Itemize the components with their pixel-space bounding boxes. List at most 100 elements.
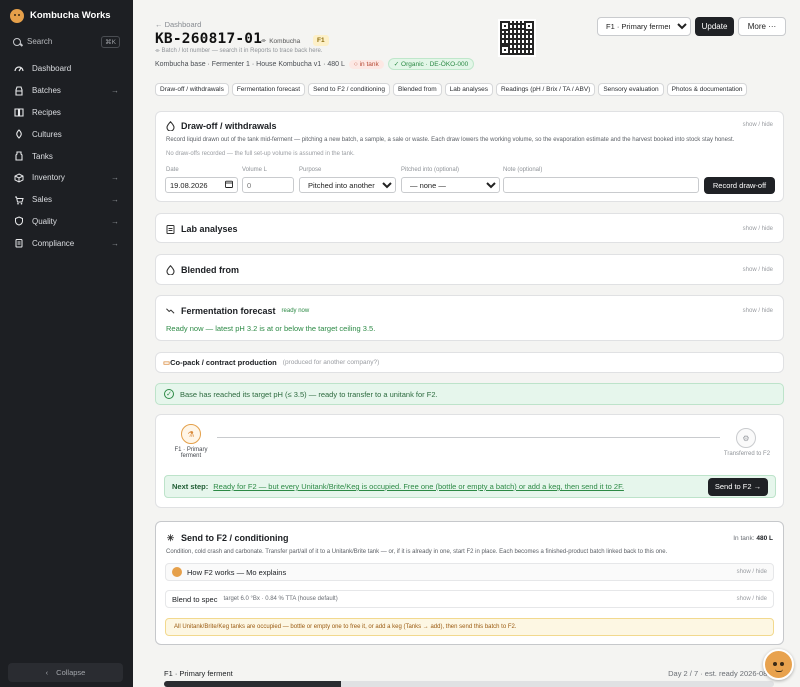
next-step-link[interactable]: Ready for F2 — but every Unitank/Brite/K…: [213, 482, 703, 491]
tab-blended-from[interactable]: Blended from: [392, 83, 442, 96]
lab-analyses-title-text: Lab analyses: [181, 224, 238, 234]
blended-from-card: Blended from show / hide: [155, 254, 784, 285]
more-button[interactable]: More ···: [738, 17, 786, 36]
tab-photos[interactable]: Photos & documentation: [666, 83, 748, 96]
copack-hint: (produced for another company?): [282, 359, 380, 366]
blended-from-title-text: Blended from: [181, 265, 240, 275]
gear-icon: ⚙: [742, 433, 750, 443]
purpose-label: Purpose: [299, 167, 322, 173]
tanks-icon: [14, 151, 24, 161]
f1-progress-label: F1 · Primary ferment: [164, 669, 233, 678]
forecast-toggle[interactable]: show / hide: [743, 308, 773, 314]
tab-fermentation-forecast[interactable]: Fermentation forecast: [231, 83, 306, 96]
send-f2-description: Condition, cold crash and carbonate. Tra…: [166, 549, 668, 555]
search-label: Search: [27, 37, 53, 46]
how-f2-works-label: How F2 works — Mo explains: [187, 567, 287, 577]
tab-lab-analyses[interactable]: Lab analyses: [444, 83, 493, 96]
tab-send-to-f2[interactable]: Send to F2 / conditioning: [308, 83, 390, 96]
update-button[interactable]: Update: [695, 17, 734, 36]
f1-progress-status: Day 2 / 7 · est. ready 2026-08-2: [668, 669, 774, 678]
batch-meta: Kombucha base · Fermenter 1 · House Komb…: [155, 58, 475, 70]
pitched-into-label: Pitched into (optional): [401, 167, 460, 173]
f1-progress-section: F1 · Primary ferment Day 2 / 7 · est. re…: [164, 668, 774, 687]
blend-to-spec-row[interactable]: Blend to spec target 6.0 °Bx · 0.84 % TT…: [165, 590, 774, 608]
sidebar-item-compliance[interactable]: Compliance →: [0, 232, 133, 254]
dashboard-icon: [14, 64, 24, 74]
compliance-icon: [14, 238, 24, 248]
recipes-icon: [14, 107, 24, 118]
note-label: Note (optional): [503, 167, 543, 173]
qr-finder-icon: [500, 45, 510, 55]
lab-analyses-card: Lab analyses show / hide: [155, 213, 784, 243]
sidebar-item-cultures[interactable]: Cultures: [0, 123, 133, 145]
f1-progress-bar: [164, 681, 774, 687]
tab-sensory[interactable]: Sensory evaluation: [598, 83, 664, 96]
sidebar: Kombucha Works Search ⌘K Dashboard Batch…: [0, 0, 133, 687]
sidebar-item-inventory[interactable]: Inventory →: [0, 167, 133, 189]
qr-code[interactable]: [498, 19, 536, 57]
ready-banner-text: Base has reached its target pH (≤ 3.5) —…: [180, 389, 438, 399]
organic-label: Organic · DE-ÖKO-000: [401, 61, 469, 68]
in-tank-label: In tank:: [733, 535, 755, 542]
calendar-icon: [225, 180, 233, 190]
drawoff-toggle[interactable]: show / hide: [743, 122, 773, 128]
sidebar-item-label: Dashboard: [32, 64, 72, 74]
purpose-select[interactable]: Pitched into another b: [299, 177, 396, 193]
batch-meta-text: Kombucha base · Fermenter 1 · House Komb…: [155, 60, 345, 68]
mo-avatar-icon: [172, 567, 182, 577]
record-drawoff-button[interactable]: Record draw-off: [704, 177, 775, 194]
send-to-f2-button[interactable]: Send to F2 →: [708, 477, 768, 496]
how-f2-works-row[interactable]: How F2 works — Mo explains show / hide: [165, 563, 774, 581]
lab-analyses-toggle[interactable]: show / hide: [743, 226, 773, 232]
sidebar-item-quality[interactable]: Quality →: [0, 211, 133, 233]
date-input[interactable]: 19.08.2026: [165, 177, 238, 193]
ready-banner: ✓ Base has reached its target pH (≤ 3.5)…: [155, 383, 784, 405]
blend-to-spec-detail: target 6.0 °Bx · 0.84 % TTA (house defau…: [223, 596, 338, 602]
back-link[interactable]: ← Dashboard: [155, 20, 201, 29]
batches-icon: [14, 86, 24, 96]
sidebar-item-label: Recipes: [32, 107, 61, 117]
sidebar-item-sales[interactable]: Sales →: [0, 189, 133, 211]
tab-readings[interactable]: Readings (pH / Brix / TA / ABV): [495, 83, 596, 96]
sales-icon: [14, 195, 24, 205]
sidebar-item-label: Compliance: [32, 238, 75, 248]
collapse-button[interactable]: ‹ Collapse: [8, 663, 123, 682]
app-name: Kombucha Works: [30, 10, 111, 21]
how-f2-works-toggle[interactable]: show / hide: [737, 569, 767, 575]
brand[interactable]: Kombucha Works: [0, 0, 133, 31]
sidebar-item-batches[interactable]: Batches →: [0, 80, 133, 102]
sidebar-item-label: Inventory: [32, 173, 65, 183]
batch-sub-note: ⌯ Batch / lot number — search it in Repo…: [155, 48, 323, 55]
section-tabs: Draw-off / withdrawals Fermentation fore…: [155, 83, 748, 96]
mo-assistant-avatar[interactable]: [763, 649, 794, 680]
stage-select[interactable]: F1 · Primary ferment: [597, 17, 691, 36]
copack-card[interactable]: ▭Co-pack / contract production (produced…: [155, 352, 784, 373]
blended-from-title: Blended from: [166, 265, 239, 275]
tanks-occupied-warning: All Unitank/Brite/Keg tanks are occupied…: [165, 618, 774, 636]
sidebar-item-label: Quality: [32, 216, 57, 226]
organic-badge: ✓ Organic · DE-ÖKO-000: [387, 58, 475, 70]
send-f2-title: ✳ Send to F2 / conditioning: [166, 533, 289, 544]
blend-to-spec-toggle[interactable]: show / hide: [737, 596, 767, 602]
copack-row: ▭Co-pack / contract production (produced…: [163, 358, 379, 367]
volume-input[interactable]: [242, 177, 294, 193]
sidebar-item-dashboard[interactable]: Dashboard: [0, 58, 133, 80]
quality-icon: [14, 216, 24, 226]
transfer-stepper-card: ⚗ F1 · Primary ferment ⚙ Transferred to …: [155, 414, 784, 508]
drawoff-title-text: Draw-off / withdrawals: [181, 121, 277, 131]
sidebar-item-recipes[interactable]: Recipes: [0, 102, 133, 124]
note-input[interactable]: [503, 177, 699, 193]
sidebar-item-label: Batches: [32, 86, 61, 96]
blended-from-toggle[interactable]: show / hide: [743, 267, 773, 273]
in-tank-value: 480 L: [756, 535, 773, 542]
droplet-icon: [166, 265, 175, 275]
product-tag: ⌯ Kombucha: [257, 35, 304, 47]
drawoff-card: Draw-off / withdrawals show / hide Recor…: [155, 111, 784, 202]
kombucha-logo-icon: [10, 8, 24, 23]
f2-stage-node[interactable]: ⚙: [736, 428, 756, 448]
f1-stage-node[interactable]: ⚗: [181, 424, 201, 444]
pitched-into-select[interactable]: — none —: [401, 177, 500, 193]
tab-draw-off[interactable]: Draw-off / withdrawals: [155, 83, 229, 96]
sidebar-search[interactable]: Search ⌘K: [8, 33, 125, 50]
sidebar-item-tanks[interactable]: Tanks: [0, 145, 133, 167]
